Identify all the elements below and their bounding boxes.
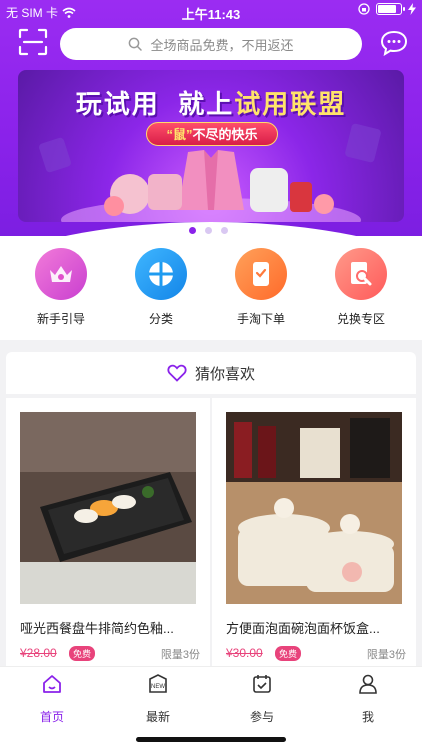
recommend-header: 猜你喜欢 [6, 352, 416, 394]
promo-banner[interactable]: 玩试用 就上试用联盟 “鼠”不尽的快乐 [18, 70, 404, 222]
product-image [226, 412, 402, 604]
calendar-check-icon [253, 675, 271, 693]
search-input[interactable]: 全场商品免费，不用返还 [60, 28, 362, 60]
quick-nav-exchange[interactable]: 兑换专区 [316, 248, 406, 327]
charging-icon [408, 3, 416, 15]
quick-nav-label: 分类 [148, 312, 173, 326]
pagination-dot[interactable] [189, 227, 196, 234]
exchange-icon [335, 248, 387, 300]
product-name: 方便面泡面碗泡面杯饭盒... [226, 621, 380, 636]
lock-rotation-icon [358, 3, 370, 15]
product-card[interactable]: 方便面泡面碗泡面杯饭盒... ¥30.00 免费 限量3份 [212, 398, 416, 666]
product-image [20, 412, 196, 604]
battery-icon [376, 3, 405, 15]
phone-icon [235, 248, 287, 300]
tab-participate[interactable]: 参与 [222, 673, 302, 725]
pagination-dot[interactable] [205, 227, 212, 234]
grid-icon [135, 248, 187, 300]
search-icon [129, 37, 143, 51]
pagination-dot[interactable] [221, 227, 228, 234]
tab-home[interactable]: 首页 [12, 673, 92, 725]
user-icon [359, 674, 377, 694]
product-price: ¥30.00 [226, 646, 263, 660]
quick-nav-label: 手淘下单 [236, 312, 285, 326]
free-badge: 免费 [69, 646, 96, 661]
tab-label: 我 [361, 710, 374, 724]
status-bar: 无 SIM 卡 上午11:43 [0, 0, 422, 22]
tab-label: 首页 [39, 710, 64, 724]
home-icon [43, 675, 61, 693]
banner-pagination [189, 227, 228, 234]
heart-icon [167, 364, 187, 382]
quick-nav-taobao-order[interactable]: 手淘下单 [216, 248, 306, 327]
free-badge: 免费 [275, 646, 302, 661]
quick-nav-category[interactable]: 分类 [116, 248, 206, 327]
new-icon: NEW [149, 674, 167, 693]
product-limit: 限量3份 [366, 649, 406, 661]
tab-label: 最新 [145, 710, 170, 724]
quick-nav-guide[interactable]: 新手引导 [16, 248, 106, 327]
quick-nav-label: 兑换专区 [336, 312, 385, 326]
svg-text:NEW: NEW [151, 684, 165, 690]
quick-nav-label: 新手引导 [36, 312, 85, 326]
tab-latest[interactable]: NEW 最新 [118, 673, 198, 725]
tab-label: 参与 [249, 710, 274, 724]
product-price: ¥28.00 [20, 646, 57, 660]
banner-products-illustration [39, 123, 381, 222]
crown-icon [35, 248, 87, 300]
scan-icon[interactable] [18, 28, 48, 56]
product-limit: 限量3份 [160, 649, 200, 661]
product-name: 哑光西餐盘牛排简约色釉... [20, 621, 174, 636]
tab-me[interactable]: 我 [328, 673, 408, 725]
product-card[interactable]: 哑光西餐盘牛排简约色釉... ¥28.00 免费 限量3份 [6, 398, 210, 666]
home-indicator [136, 737, 286, 742]
recommend-title: 猜你喜欢 [194, 365, 255, 383]
quick-nav: 新手引导 分类 手淘下单 兑换专区 [0, 236, 422, 340]
message-icon[interactable] [380, 30, 408, 56]
search-placeholder: 全场商品免费，不用返还 [150, 37, 294, 53]
